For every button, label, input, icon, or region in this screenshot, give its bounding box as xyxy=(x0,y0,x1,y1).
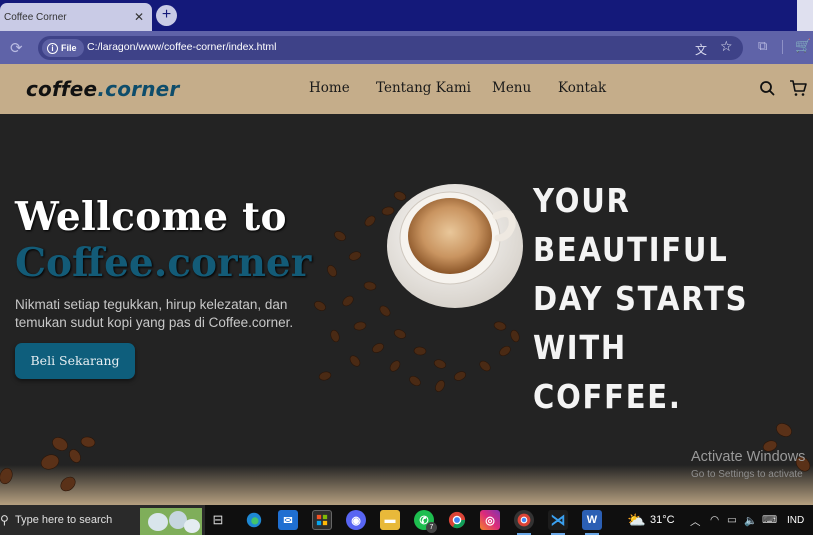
temperature-text[interactable]: 31°C xyxy=(650,514,675,526)
instagram-icon[interactable]: ◎ xyxy=(480,510,500,530)
mail-icon[interactable]: ✉ xyxy=(278,510,298,530)
site-info-chip[interactable]: i File xyxy=(42,39,84,57)
info-icon: i xyxy=(47,42,58,54)
close-tab-icon[interactable]: ✕ xyxy=(132,10,146,24)
cart-icon[interactable] xyxy=(789,79,807,97)
logo-text-corner: corner xyxy=(105,77,180,101)
nav-link-kontak[interactable]: Kontak xyxy=(558,80,606,96)
word-icon[interactable]: W xyxy=(582,510,602,530)
window-edge xyxy=(797,0,813,31)
shopping-extension-icon[interactable]: 🛒 xyxy=(795,39,811,54)
search-icon[interactable] xyxy=(759,80,775,96)
reload-icon[interactable]: ⟳ xyxy=(10,39,23,57)
logo-dot: . xyxy=(97,77,106,101)
tab-title: Coffee Corner xyxy=(4,11,67,23)
site-logo[interactable]: coffee.corner xyxy=(26,77,179,101)
file-explorer-icon[interactable]: ▬ xyxy=(380,510,400,530)
new-tab-button[interactable]: + xyxy=(156,5,177,26)
weather-icon[interactable]: ⛅ xyxy=(627,511,646,529)
translate-icon[interactable]: 文 xyxy=(695,41,707,58)
nav-link-home[interactable]: Home xyxy=(309,80,350,96)
chevron-up-icon[interactable]: ︿ xyxy=(690,514,701,529)
chrome-icon[interactable] xyxy=(447,510,467,530)
coffee-beans-left-image xyxy=(0,436,96,492)
wifi-icon[interactable]: ◠ xyxy=(710,514,719,526)
nav-link-tentang-kami[interactable]: Tentang Kami xyxy=(376,80,471,96)
hero-tagline: YOUR BEAUTIFUL DAY STARTS WITH COFFEE. xyxy=(533,176,779,421)
bookmark-star-icon[interactable]: ☆ xyxy=(720,39,733,55)
edge-browser-icon[interactable] xyxy=(244,510,264,530)
taskbar-search-box[interactable]: ⚲ Type here to search xyxy=(0,505,205,535)
volume-icon[interactable]: 🔈 xyxy=(744,514,757,527)
discord-icon[interactable]: ◉ xyxy=(346,510,366,530)
coffee-cup-image xyxy=(314,184,523,392)
activate-windows-title: Activate Windows xyxy=(691,449,806,465)
buy-now-button[interactable]: Beli Sekarang xyxy=(15,343,135,379)
site-navbar: coffee.corner Home Tentang Kami Menu Kon… xyxy=(0,64,813,114)
keyboard-icon[interactable]: ⌨ xyxy=(762,514,777,526)
taskbar-search-placeholder: Type here to search xyxy=(15,514,113,526)
hero-heading-line1: Wellcome to xyxy=(15,194,287,240)
logo-text-coffee: coffee xyxy=(26,77,98,101)
browser-tab-strip: Coffee Corner ✕ + xyxy=(0,0,813,31)
tagline-line: WITH COFFEE. xyxy=(533,328,682,416)
task-view-icon[interactable]: ⊟ xyxy=(208,510,228,530)
search-highlight-image xyxy=(140,508,202,535)
tagline-line: BEAUTIFUL xyxy=(533,230,729,269)
address-toolbar: ⟳ i File C:/laragon/www/coffee-corner/in… xyxy=(0,31,813,64)
microsoft-store-icon[interactable] xyxy=(312,510,332,530)
toolbar-divider xyxy=(782,40,783,54)
nav-link-menu[interactable]: Menu xyxy=(492,80,531,96)
tagline-line: YOUR xyxy=(533,181,631,220)
site-info-label: File xyxy=(61,43,77,53)
browser-tab[interactable]: Coffee Corner ✕ xyxy=(0,3,152,31)
url-text[interactable]: C:/laragon/www/coffee-corner/index.html xyxy=(87,41,276,53)
whatsapp-badge: 7 xyxy=(426,522,437,533)
hero-heading-line2: Coffee.corner xyxy=(15,240,312,286)
address-bar[interactable]: i File C:/laragon/www/coffee-corner/inde… xyxy=(38,36,743,60)
tagline-line: DAY STARTS xyxy=(533,279,749,318)
vscode-icon[interactable]: ⋊ xyxy=(548,510,568,530)
hero-description: Nikmati setiap tegukkan, hirup kelezatan… xyxy=(15,297,294,330)
activate-windows-subtitle: Go to Settings to activate xyxy=(691,469,803,480)
language-indicator[interactable]: IND xyxy=(787,515,804,526)
battery-icon[interactable]: ▭ xyxy=(727,514,737,526)
hero-section: Wellcome to Coffee.corner Nikmati setiap… xyxy=(0,114,813,505)
extensions-icon[interactable]: ⧉ xyxy=(758,39,767,54)
chrome-profile-icon[interactable] xyxy=(514,510,534,530)
search-icon: ⚲ xyxy=(0,513,9,527)
windows-taskbar: ⚲ Type here to search ⊟ ✉ ◉ ▬ ✆ 7 ◎ ⋊ W … xyxy=(0,505,813,535)
